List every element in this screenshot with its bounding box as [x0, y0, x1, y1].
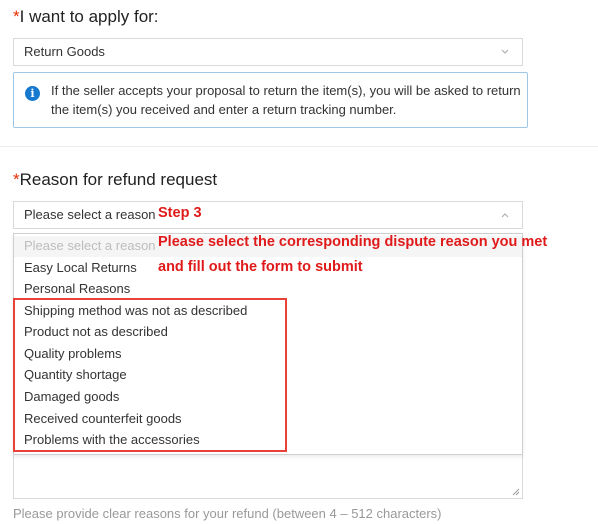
refund-reason-placeholder: Please select a reason — [24, 207, 156, 222]
refund-reason-select[interactable]: Please select a reason — [13, 201, 523, 229]
chevron-up-icon — [501, 213, 509, 218]
resize-grip-icon[interactable] — [512, 488, 520, 496]
apply-type-select[interactable]: Return Goods — [13, 38, 523, 66]
reason-option-easy-local-returns[interactable]: Easy Local Returns — [24, 258, 137, 278]
apply-for-label: *I want to apply for: — [13, 7, 159, 27]
refund-description-hint: Please provide clear reasons for your re… — [13, 506, 442, 521]
required-mark: * — [13, 170, 20, 189]
section-divider — [0, 146, 598, 147]
refund-reason-label: *Reason for refund request — [13, 170, 217, 190]
info-icon: i — [25, 86, 40, 101]
annotation-highlight-frame — [13, 298, 287, 452]
reason-option-placeholder[interactable]: Please select a reason — [24, 236, 156, 256]
annotation-instruction-line2: and fill out the form to submit — [158, 259, 363, 275]
chevron-down-icon — [501, 49, 509, 54]
reason-option-personal-reasons[interactable]: Personal Reasons — [24, 279, 130, 299]
refund-reason-label-text: Reason for refund request — [19, 170, 218, 189]
annotation-step-label: Step 3 — [158, 205, 202, 221]
apply-type-selected-value: Return Goods — [24, 44, 105, 59]
apply-for-label-text: I want to apply for: — [19, 7, 159, 26]
required-mark: * — [13, 7, 20, 26]
return-info-box: i If the seller accepts your proposal to… — [13, 72, 528, 128]
annotation-instruction-line1: Please select the corresponding dispute … — [158, 234, 548, 250]
return-info-text: If the seller accepts your proposal to r… — [51, 83, 521, 117]
